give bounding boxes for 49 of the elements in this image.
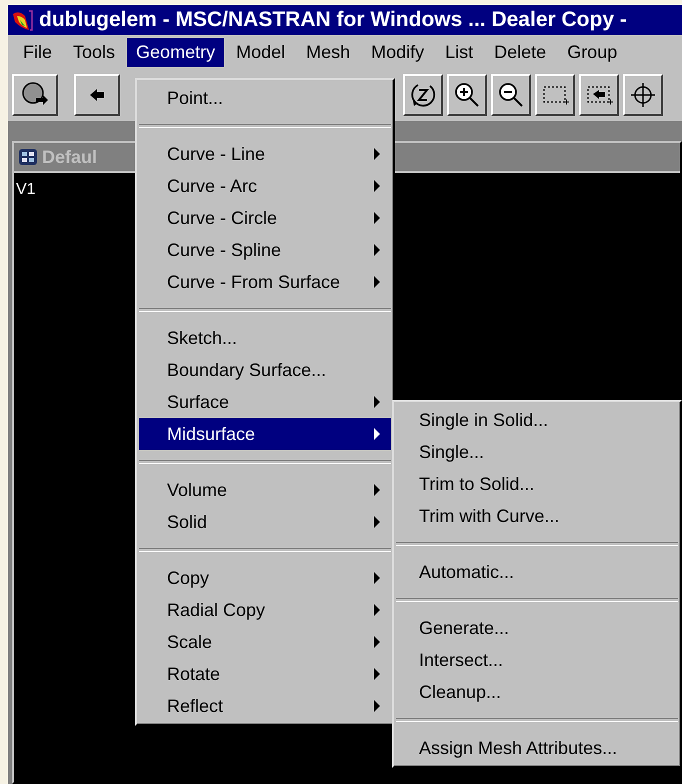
menu-item[interactable]: List [436, 38, 482, 66]
menu-item[interactable]: Surface [139, 386, 391, 418]
toolbar-button[interactable] [403, 74, 443, 116]
menu-item[interactable]: Boundary Surface... [139, 354, 391, 386]
menu-item[interactable]: Model [227, 38, 294, 66]
menu-item[interactable]: Group [558, 38, 626, 66]
toolbar-button[interactable] [623, 74, 663, 116]
menu-item[interactable]: Reflect [139, 690, 391, 722]
grid-icon [18, 147, 38, 167]
menu-item[interactable]: Trim with Curve... [396, 500, 678, 532]
menu-item[interactable]: Mesh [297, 38, 360, 66]
menu-item[interactable]: Assign Mesh Attributes... [396, 732, 678, 764]
menu-item[interactable]: Automatic... [396, 556, 678, 588]
menu-item[interactable]: Copy [139, 562, 391, 594]
menu-item[interactable]: Curve - Line [139, 138, 391, 170]
menu-item[interactable]: Volume [139, 474, 391, 506]
menu-item[interactable]: Midsurface [139, 418, 391, 450]
menu-item[interactable]: Single in Solid... [396, 404, 678, 436]
menu-item[interactable]: Curve - From Surface [139, 266, 391, 298]
menu-item[interactable]: Curve - Arc [139, 170, 391, 202]
view-label: V1 [16, 181, 36, 198]
toolbar-button[interactable] [535, 74, 575, 116]
menu-item[interactable]: Radial Copy [139, 594, 391, 626]
view-title: Defaul [42, 146, 98, 168]
crosshair-icon [628, 80, 658, 110]
menu-item[interactable]: Sketch... [139, 322, 391, 354]
menu-item[interactable]: File [14, 38, 62, 66]
menu-item[interactable]: Modify [362, 38, 434, 66]
menu-item[interactable]: Single... [396, 436, 678, 468]
menu-item[interactable]: Scale [139, 626, 391, 658]
toolbar-button[interactable] [12, 74, 58, 116]
app-icon [11, 8, 33, 32]
menu-item[interactable]: Tools [64, 38, 124, 66]
toolbar-button[interactable] [447, 74, 487, 116]
toolbar-button[interactable] [579, 74, 619, 116]
toolbar-button[interactable] [491, 74, 531, 116]
menu-item[interactable]: Rotate [139, 658, 391, 690]
menu-item[interactable]: Intersect... [396, 644, 678, 676]
menu-item[interactable]: Solid [139, 506, 391, 538]
menu-item[interactable]: Generate... [396, 612, 678, 644]
menu-item[interactable]: Geometry [127, 38, 224, 66]
menu-item[interactable]: Point... [139, 82, 391, 114]
window-title: dublugelem - MSC/NASTRAN for Windows ... Dealer Copy - [39, 8, 627, 32]
menu-item[interactable]: Trim to Solid... [396, 468, 678, 500]
menu-item[interactable]: Curve - Spline [139, 234, 391, 266]
menu-item[interactable]: Cleanup... [396, 676, 678, 708]
toolbar-button[interactable] [74, 74, 120, 116]
menu-item[interactable]: Curve - Circle [139, 202, 391, 234]
menu-item[interactable]: Delete [485, 38, 556, 66]
